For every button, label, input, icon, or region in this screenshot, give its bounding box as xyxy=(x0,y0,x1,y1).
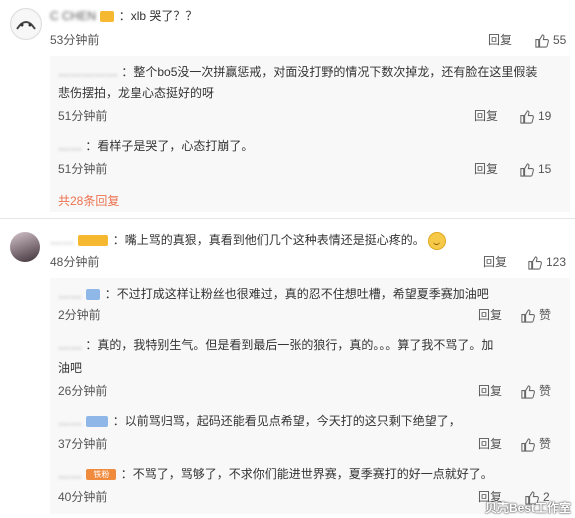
like-count: 55 xyxy=(553,33,567,47)
like-button[interactable]: 55 xyxy=(534,31,566,49)
thumbs-up-icon xyxy=(521,437,535,452)
username[interactable]: …… xyxy=(58,139,82,153)
reply-text: 油吧 xyxy=(58,361,83,375)
thumbs-up-icon xyxy=(535,33,549,48)
thumbs-up-icon xyxy=(520,162,534,177)
reply-text: ：看样子是哭了，心态打崩了。 xyxy=(85,139,254,153)
username[interactable]: …… xyxy=(58,287,82,301)
avatar-illustration-icon xyxy=(12,10,40,38)
reply-line: …… ：不过打成这样让粉丝也很难过，真的忍不住想吐槽，希望夏季赛加油吧 xyxy=(58,284,489,304)
thumbs-up-icon xyxy=(521,308,535,323)
reply-line: …………… ：整个bo5没一次拼赢惩戒，对面没打野的情况下数次掉龙，还有脸在这里… xyxy=(58,62,537,82)
reply-text: ：不骂了，骂够了，不求你们能进世界赛，夏季赛打的好一点就好了。 xyxy=(120,467,493,481)
watermark: 贝壳Best工作室 xyxy=(484,501,571,515)
username[interactable]: …… xyxy=(58,338,82,352)
like-button[interactable]: 123 xyxy=(527,253,566,271)
reply-line: …… ：看样子是哭了，心态打崩了。 xyxy=(58,136,253,156)
reply-text: 悲伤摆拍，龙皇心态挺好的呀 xyxy=(58,86,215,100)
username[interactable]: …………… xyxy=(58,65,118,79)
reply-button[interactable]: 回复 xyxy=(478,382,502,400)
like-button[interactable]: 赞 xyxy=(520,306,551,324)
username[interactable]: C CHEN xyxy=(50,9,96,23)
like-label: 赞 xyxy=(539,437,552,451)
reply-button[interactable]: 回复 xyxy=(478,306,502,324)
member-badge-icon xyxy=(86,289,101,301)
more-replies-link[interactable]: 共28条回复 xyxy=(58,192,119,210)
thumbs-up-icon xyxy=(528,255,542,270)
reply-text: ：不过打成这样让粉丝也很难过，真的忍不住想吐槽，希望夏季赛加油吧 xyxy=(104,287,489,301)
like-button[interactable]: 赞 xyxy=(520,382,551,400)
user-avatar[interactable] xyxy=(10,8,42,40)
reply-line: …… ：真的，我特别生气。但是看到最后一张的狼行，真的。。。算了我不骂了。加 xyxy=(58,335,493,355)
comment-time: 48分钟前 xyxy=(50,255,100,269)
comment-line: C CHEN ：xlb 哭了？？ xyxy=(50,6,197,26)
reply-button[interactable]: 回复 xyxy=(483,253,507,271)
reply-text: ：整个bo5没一次拼赢惩戒，对面没打野的情况下数次掉龙，还有脸在这里假装 xyxy=(121,65,538,79)
comment-page: C CHEN ：xlb 哭了？？ 53分钟前 回复 55 …………… ：整个bo… xyxy=(0,0,575,518)
like-count: 19 xyxy=(538,109,552,123)
username[interactable]: …… xyxy=(50,233,74,247)
user-avatar[interactable] xyxy=(10,232,40,262)
reply-time: 26分钟前 xyxy=(58,384,108,398)
reply-line: …… 铁粉 ：不骂了，骂够了，不求你们能进世界赛，夏季赛打的好一点就好了。 xyxy=(58,464,493,484)
like-button[interactable]: 赞 xyxy=(520,435,551,453)
reply-time: 37分钟前 xyxy=(58,437,108,451)
reply-time: 2分钟前 xyxy=(58,308,101,322)
like-button[interactable]: 15 xyxy=(519,160,551,178)
like-count: 15 xyxy=(538,162,552,176)
username[interactable]: …… xyxy=(58,467,82,481)
comment-line: …… ：嘴上骂的真狠，真看到他们几个这种表情还是挺心疼的。 xyxy=(50,230,447,250)
reply-time: 40分钟前 xyxy=(58,490,108,504)
username[interactable]: …… xyxy=(58,414,82,428)
reply-button[interactable]: 回复 xyxy=(478,435,502,453)
iron-fan-badge: 铁粉 xyxy=(86,469,117,481)
reply-text: ：真的，我特别生气。但是看到最后一张的狼行，真的。。。算了我不骂了。加 xyxy=(85,338,494,352)
reply-time: 51分钟前 xyxy=(58,109,108,123)
reply-line-continued: 油吧 xyxy=(58,358,82,378)
divider xyxy=(0,218,575,219)
thumbs-up-icon xyxy=(521,384,535,399)
reply-button[interactable]: 回复 xyxy=(474,107,498,125)
like-label: 赞 xyxy=(539,308,552,322)
smile-emoji-icon xyxy=(428,231,447,250)
reply-button[interactable]: 回复 xyxy=(474,160,498,178)
fan-badge-icon xyxy=(78,235,109,247)
like-button[interactable]: 19 xyxy=(519,107,551,125)
reply-line: …… ：以前骂归骂，起码还能看见点希望，今天打的这只剩下绝望了， xyxy=(58,411,461,431)
vip-badge-icon xyxy=(100,11,115,23)
thumbs-up-icon xyxy=(520,109,534,124)
reply-button[interactable]: 回复 xyxy=(488,31,512,49)
like-count: 123 xyxy=(546,255,567,269)
reply-line-continued: 悲伤摆拍，龙皇心态挺好的呀 xyxy=(58,83,214,103)
comment-text: ：xlb 哭了？？ xyxy=(118,9,198,23)
comment-text: ：嘴上骂的真狠，真看到他们几个这种表情还是挺心疼的。 xyxy=(112,233,425,247)
member-badge-icon xyxy=(86,416,109,428)
reply-text: ：以前骂归骂，起码还能看见点希望，今天打的这只剩下绝望了， xyxy=(112,414,461,428)
comment-time: 53分钟前 xyxy=(50,33,100,47)
like-label: 赞 xyxy=(539,384,552,398)
reply-time: 51分钟前 xyxy=(58,162,108,176)
